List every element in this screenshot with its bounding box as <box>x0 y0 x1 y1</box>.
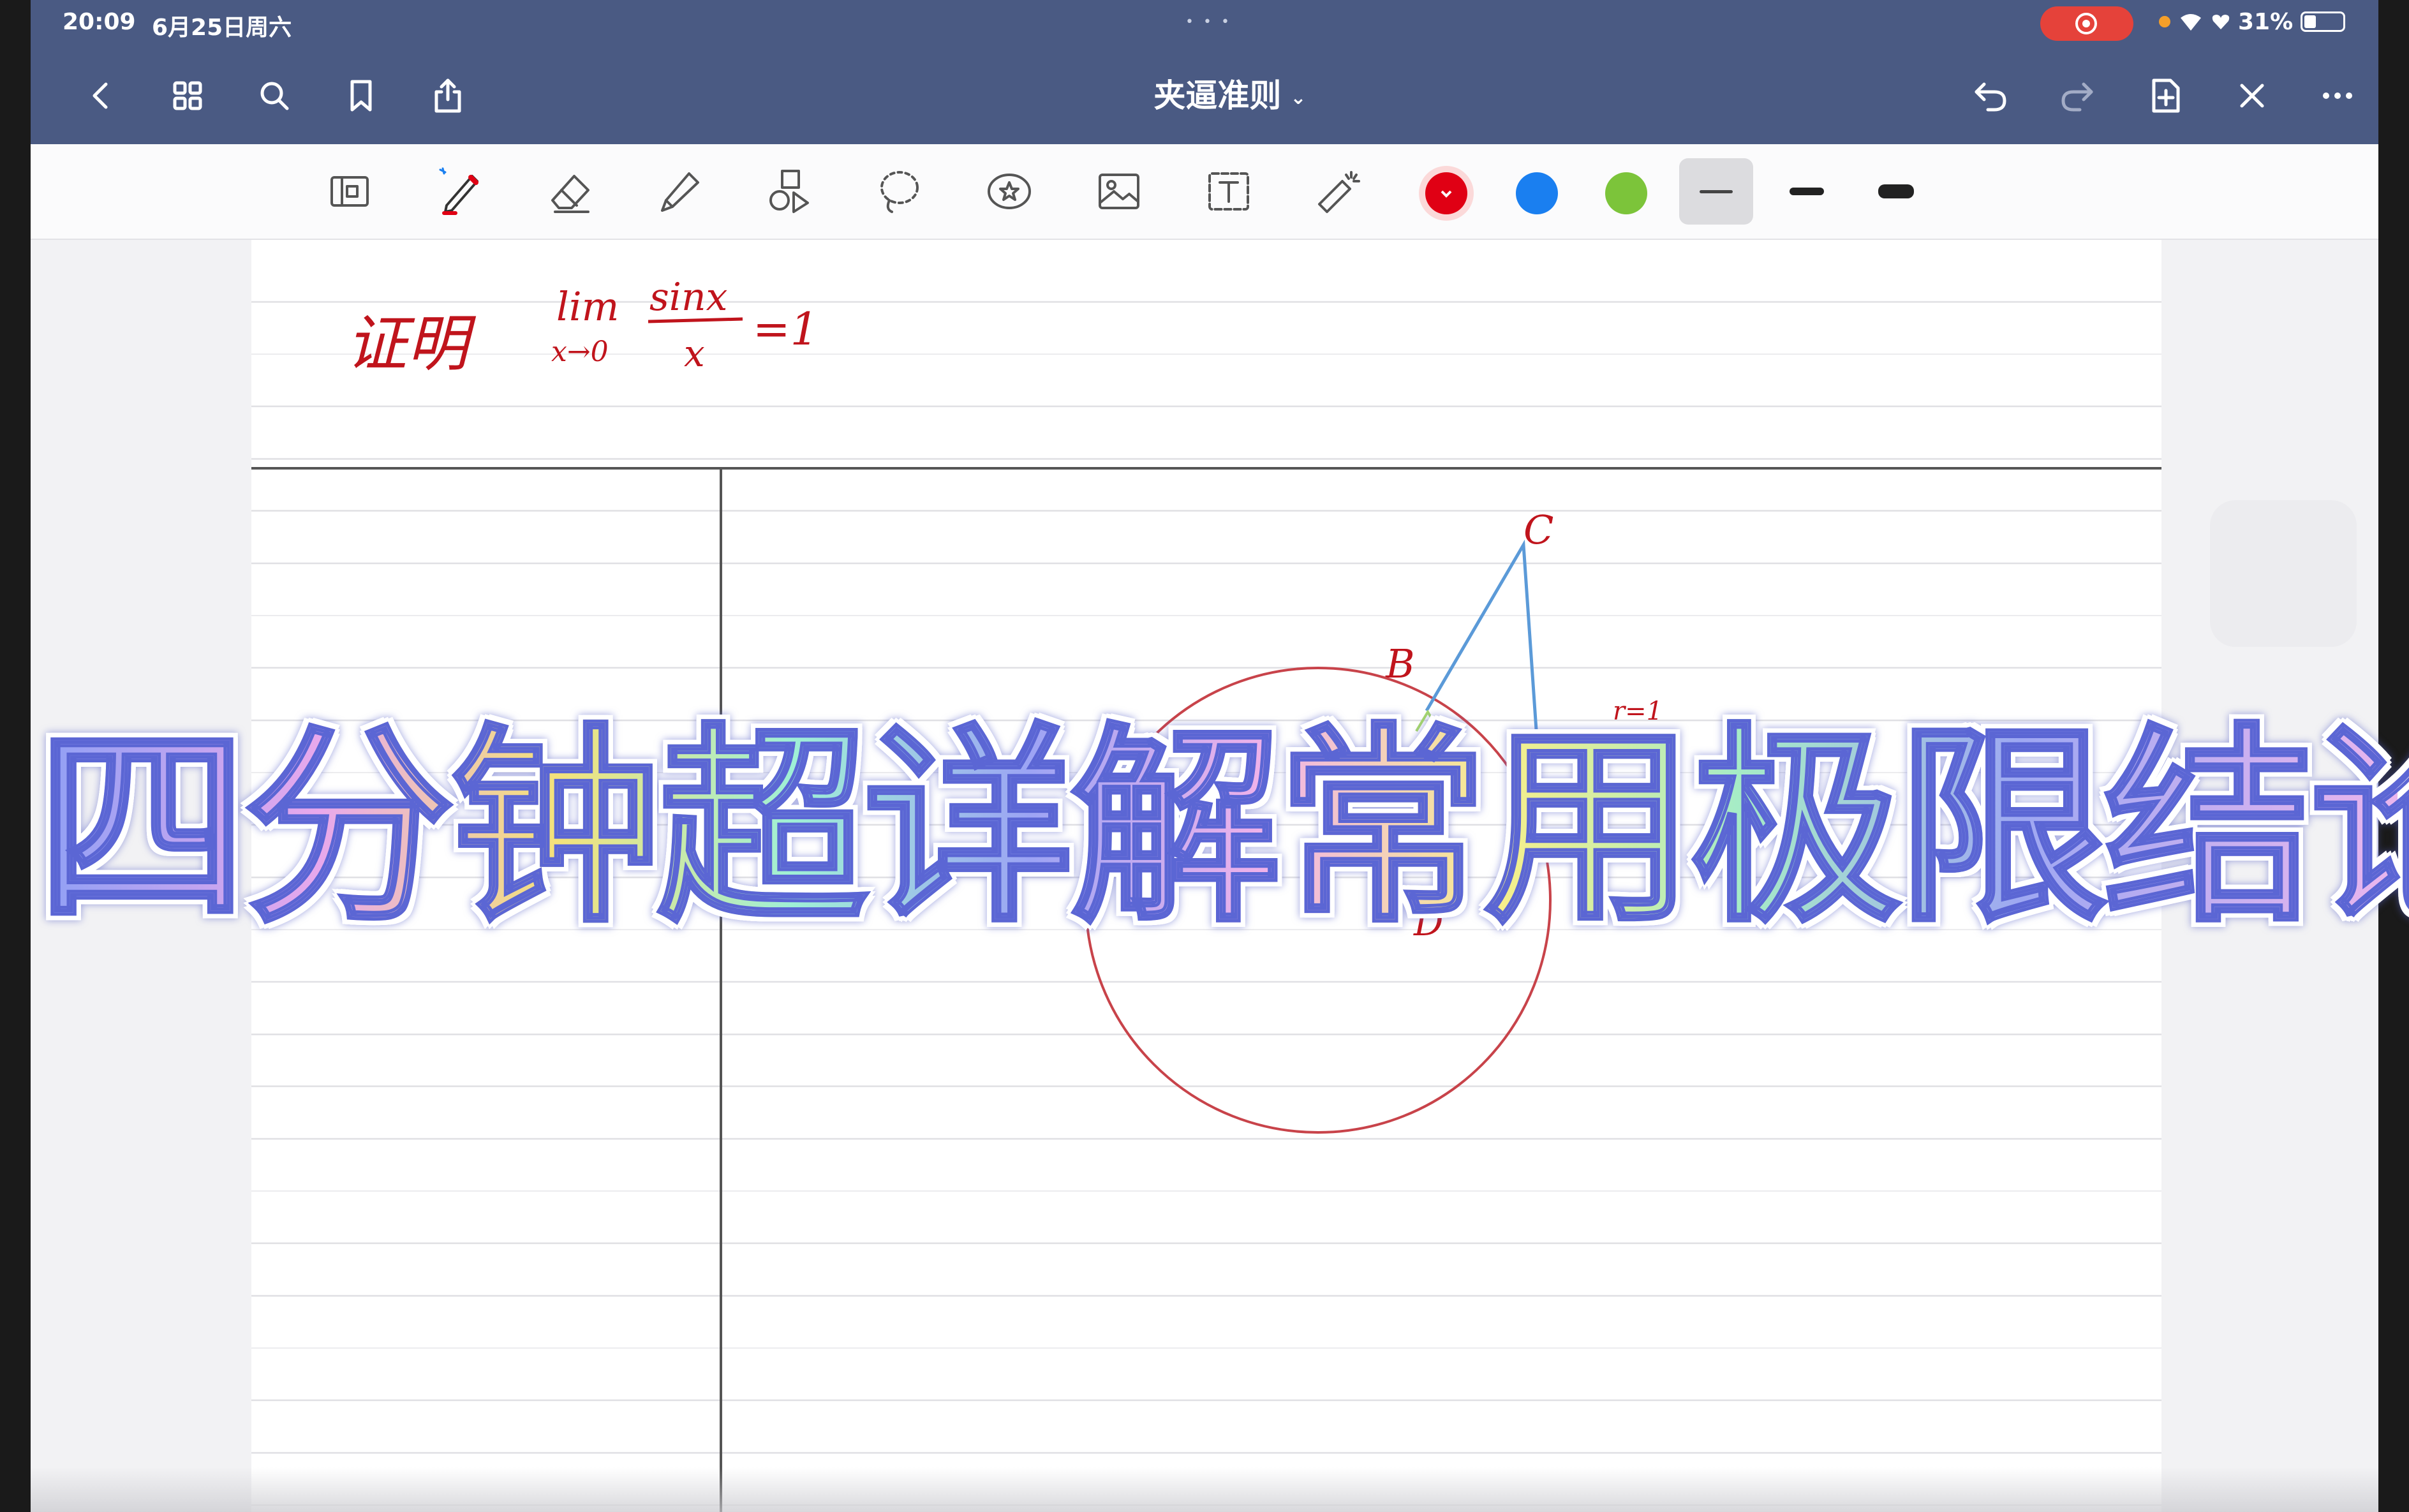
equals-one-text: =1 <box>753 303 819 355</box>
more-button[interactable] <box>2312 69 2363 122</box>
bottom-edge <box>31 1467 2378 1512</box>
heart-icon <box>2212 15 2230 29</box>
battery-level <box>2304 15 2316 28</box>
multitask-dots-icon[interactable]: • • • <box>1185 14 1232 30</box>
highlighter-icon <box>661 172 699 212</box>
status-date: 6月25日周六 <box>152 15 292 41</box>
bookmark-button[interactable] <box>336 69 387 122</box>
stroke-width-thin[interactable] <box>1679 158 1753 225</box>
pen-tool[interactable] <box>427 158 494 225</box>
laser-pointer-tool[interactable] <box>1305 158 1372 225</box>
lim-subscript: x→0 <box>551 336 609 368</box>
eraser-tool[interactable] <box>537 158 604 225</box>
redo-icon <box>2061 82 2093 112</box>
laser-pointer-icon <box>1318 171 1360 213</box>
bookmark-icon <box>350 80 372 112</box>
undo-icon <box>1975 82 2006 112</box>
add-page-button[interactable] <box>2140 69 2191 122</box>
add-page-icon <box>2152 78 2180 113</box>
image-tool[interactable] <box>1086 158 1152 225</box>
denominator-text: x <box>684 332 705 375</box>
mic-indicator-icon <box>2159 16 2170 27</box>
highlighter-tool[interactable] <box>647 158 713 225</box>
drawing-toolbar <box>31 144 2378 240</box>
battery-icon <box>2301 11 2346 32</box>
proof-label: 证明 <box>346 308 477 380</box>
grid-icon <box>173 81 202 110</box>
lim-text: lim <box>556 283 619 330</box>
numerator-text: sinx <box>649 275 727 320</box>
triangle-lines <box>1425 539 1538 730</box>
battery-percent: 31% <box>2238 8 2294 35</box>
document-title-text: 夹逼准则 <box>1153 77 1282 114</box>
color-swatch-blue[interactable] <box>1516 172 1558 214</box>
pen-icon <box>439 167 478 215</box>
status-time: 20:09 <box>63 9 136 35</box>
wifi-icon <box>2181 14 2201 31</box>
chevron-down-icon <box>1441 190 1452 198</box>
side-panel-handle[interactable] <box>2210 500 2357 647</box>
lasso-icon <box>880 171 919 213</box>
shapes-icon <box>769 170 809 213</box>
search-button[interactable] <box>249 69 300 122</box>
more-icon <box>2323 93 2352 99</box>
share-icon <box>434 78 461 113</box>
stroke-width-thick[interactable] <box>1859 158 1933 225</box>
video-title-overlay: 四分钟超详解常用极限结论 <box>36 706 2409 951</box>
close-button[interactable] <box>2227 69 2278 122</box>
point-c-label: C <box>1523 507 1553 553</box>
stroke-width-medium[interactable] <box>1770 158 1844 225</box>
status-indicators: 31% <box>2159 8 2346 35</box>
back-button[interactable] <box>75 69 126 122</box>
sticker-tool[interactable] <box>976 158 1042 225</box>
sticker-icon <box>988 174 1031 209</box>
chevron-down-icon: ⌄ <box>1290 87 1307 109</box>
share-button[interactable] <box>422 69 473 122</box>
image-icon <box>1099 174 1139 209</box>
shapes-tool[interactable] <box>757 158 823 225</box>
color-swatch-green[interactable] <box>1605 172 1647 214</box>
color-swatch-red[interactable] <box>1425 172 1467 214</box>
document-title[interactable]: 夹逼准则 ⌄ <box>1051 70 1409 116</box>
page-view-tool[interactable] <box>316 158 383 225</box>
top-bar: 20:09 6月25日周六 • • • 31% 夹逼准则 ⌄ <box>31 0 2378 144</box>
screen-recording-indicator[interactable] <box>2040 6 2133 41</box>
search-icon <box>260 82 289 110</box>
text-icon <box>1208 172 1249 211</box>
page-view-icon <box>330 176 369 207</box>
undo-button[interactable] <box>1965 69 2016 122</box>
record-icon <box>2075 13 2097 34</box>
lasso-tool[interactable] <box>866 158 933 225</box>
redo-button[interactable] <box>2052 69 2103 122</box>
text-tool[interactable] <box>1196 158 1262 225</box>
back-icon <box>93 82 108 109</box>
eraser-icon <box>551 175 589 213</box>
close-icon <box>2240 84 2264 108</box>
thumbnails-button[interactable] <box>162 69 213 122</box>
